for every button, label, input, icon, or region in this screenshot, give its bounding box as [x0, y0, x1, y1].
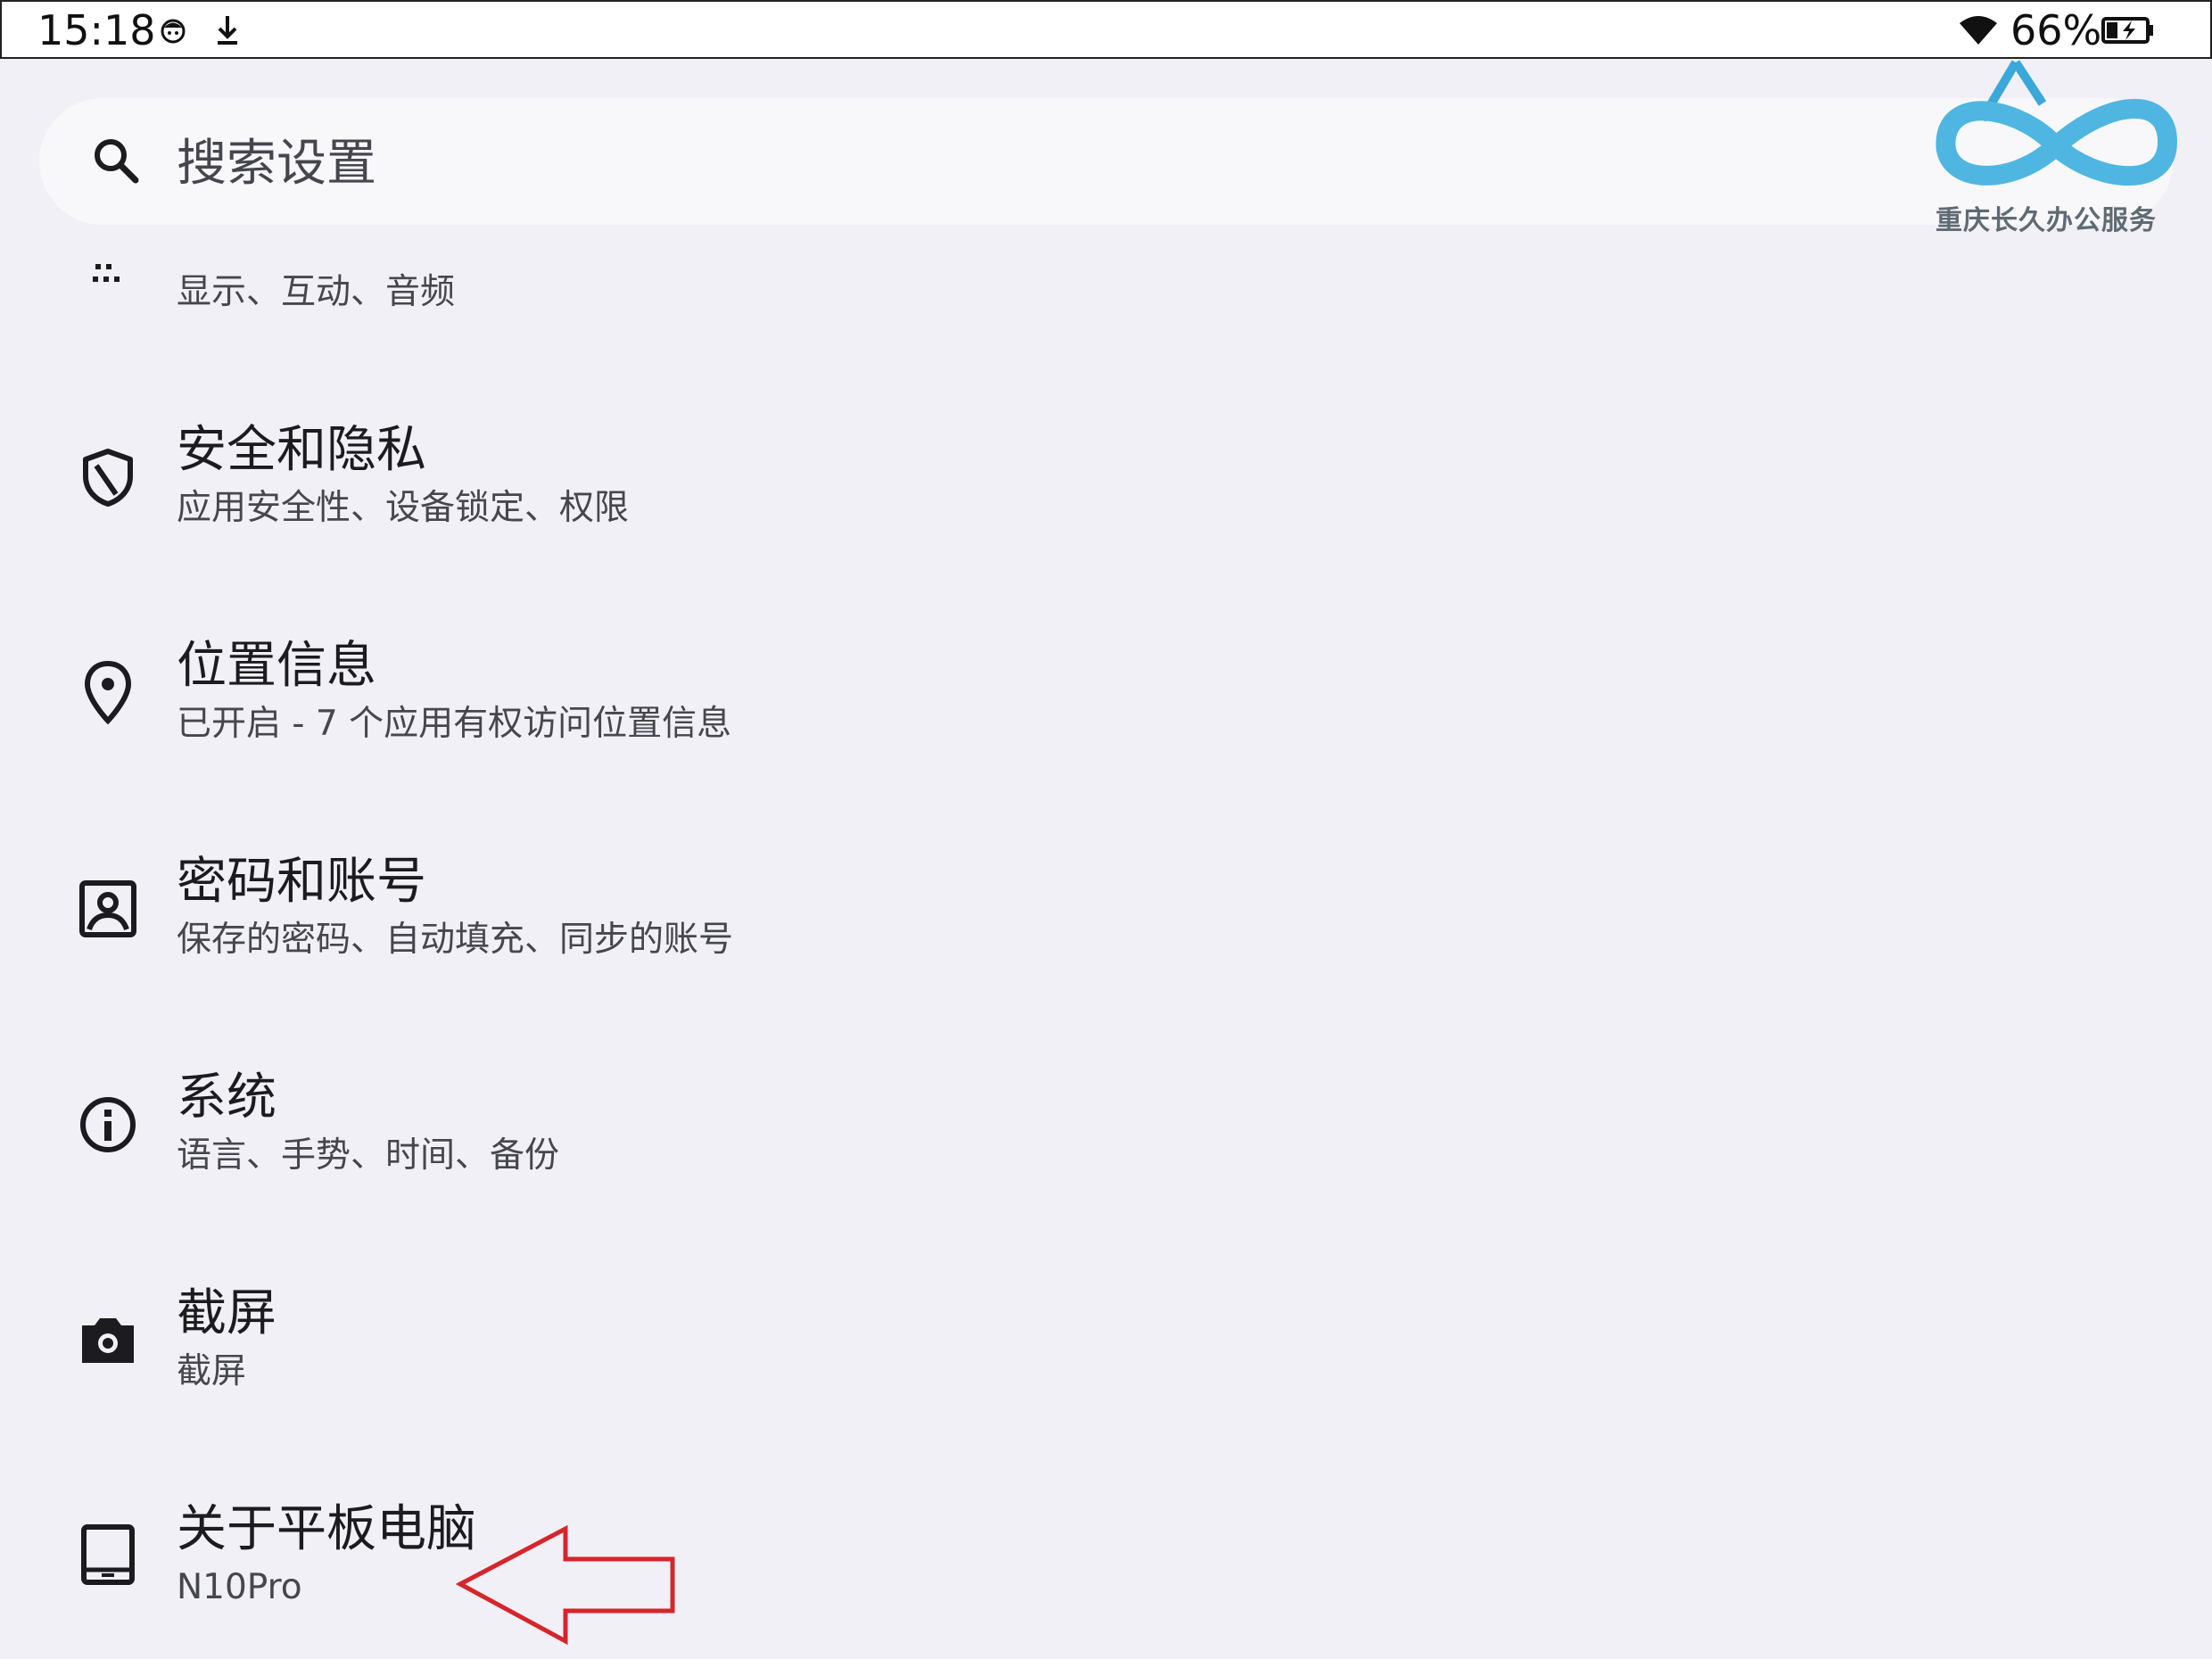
status-bar: 15:18 66% — [0, 0, 2212, 59]
shield-icon — [77, 446, 139, 512]
settings-item-title: 位置信息 — [177, 637, 376, 695]
account-box-icon — [77, 878, 139, 944]
settings-item-screenshot[interactable]: 截屏 截屏 — [0, 1265, 2212, 1425]
settings-item-subtitle: 应用安全性、设备锁定、权限 — [177, 488, 630, 528]
info-icon — [77, 1094, 139, 1160]
settings-item-system[interactable]: 系统 语言、手势、时间、备份 — [0, 1049, 2212, 1209]
accessibility-icon — [93, 264, 120, 287]
settings-item-subtitle: 显示、互动、音频 — [177, 272, 456, 312]
battery-charging-icon — [2101, 16, 2155, 48]
camera-icon — [77, 1309, 139, 1375]
search-icon[interactable] — [91, 136, 141, 189]
annotation-arrow — [455, 1524, 687, 1654]
settings-item-subtitle: N10Pro — [177, 1567, 302, 1607]
wifi-icon — [1959, 14, 1998, 50]
download-icon — [214, 14, 241, 50]
battery-percent: 66% — [2010, 6, 2102, 54]
settings-item-title: 关于平板电脑 — [177, 1500, 476, 1558]
settings-item-security[interactable]: 安全和隐私 应用安全性、设备锁定、权限 — [0, 401, 2212, 562]
settings-item-subtitle: 语言、手势、时间、备份 — [177, 1135, 560, 1176]
settings-item-subtitle: 保存的密码、自动填充、同步的账号 — [177, 920, 734, 960]
watermark-text: 重庆长久办公服务 — [1936, 205, 2157, 236]
location-pin-icon — [77, 660, 139, 728]
status-time: 15:18 — [37, 6, 156, 54]
settings-item-title: 截屏 — [177, 1284, 276, 1342]
settings-item-subtitle: 截屏 — [177, 1351, 247, 1391]
settings-item-title: 安全和隐私 — [177, 421, 426, 479]
settings-item-passwords-accounts[interactable]: 密码和账号 保存的密码、自动填充、同步的账号 — [0, 833, 2212, 994]
notification-face-icon — [159, 16, 187, 48]
tablet-icon — [77, 1522, 139, 1591]
watermark-logo — [1927, 57, 2185, 209]
search-input[interactable]: 搜索设置 — [177, 132, 376, 196]
settings-item-about-tablet[interactable]: 关于平板电脑 N10Pro — [0, 1481, 2212, 1641]
settings-item-title: 系统 — [177, 1069, 276, 1127]
settings-item-title: 密码和账号 — [177, 853, 426, 911]
settings-item-subtitle: 已开启 - 7 个应用有权访问位置信息 — [177, 704, 732, 744]
settings-item-accessibility[interactable]: 显示、互动、音频 — [0, 250, 2212, 348]
settings-item-location[interactable]: 位置信息 已开启 - 7 个应用有权访问位置信息 — [0, 617, 2212, 778]
